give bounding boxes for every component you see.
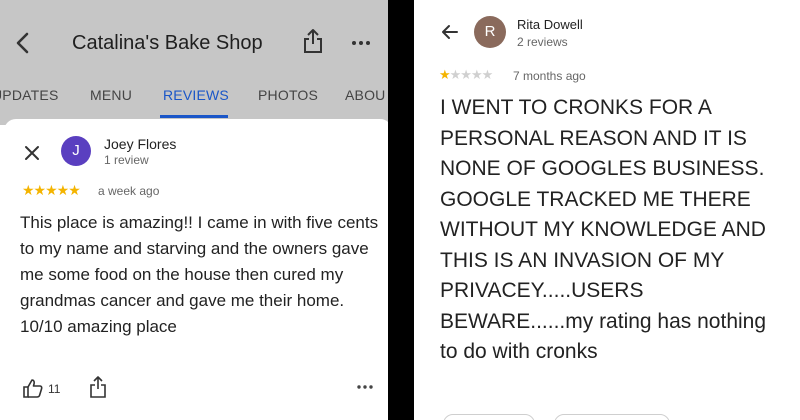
reviewer-review-count: 2 reviews — [517, 35, 568, 49]
active-tab-indicator — [160, 115, 228, 118]
tab-reviews[interactable]: REVIEWS — [163, 87, 229, 103]
more-horizontal-icon[interactable] — [356, 379, 374, 397]
tab-photos[interactable]: PHOTOS — [258, 87, 318, 103]
left-screenshot: Catalina's Bake Shop UPDATES MENU REVIEW… — [0, 0, 388, 420]
more-horizontal-icon[interactable] — [350, 32, 372, 54]
action-chip[interactable] — [554, 414, 670, 420]
right-screenshot: R Rita Dowell 2 reviews ★★★★★ 7 months a… — [414, 0, 800, 420]
avatar[interactable]: R — [474, 16, 506, 48]
app-header: Catalina's Bake Shop — [0, 0, 388, 80]
thumbs-up-icon[interactable] — [22, 377, 44, 399]
reviewer-name[interactable]: Joey Flores — [104, 136, 176, 152]
like-count: 11 — [48, 382, 61, 396]
close-icon[interactable] — [22, 143, 42, 163]
review-card: J Joey Flores 1 review ★★★★★ a week ago … — [4, 119, 388, 420]
review-time: a week ago — [98, 184, 160, 198]
arrow-left-icon[interactable] — [440, 22, 460, 42]
star-rating: ★★★★★ — [22, 182, 81, 198]
review-text: I WENT TO CRONKS FOR A PERSONAL REASON A… — [440, 96, 767, 363]
tab-bar: UPDATES MENU REVIEWS PHOTOS ABOU — [0, 78, 388, 118]
share-icon[interactable] — [88, 375, 108, 399]
star-rating: ★★★★★ — [439, 67, 494, 83]
page-title: Catalina's Bake Shop — [72, 32, 263, 54]
review-time: 7 months ago — [513, 69, 586, 83]
share-icon[interactable] — [302, 27, 324, 55]
tab-updates[interactable]: UPDATES — [0, 87, 59, 103]
tab-menu[interactable]: MENU — [90, 87, 132, 103]
review-text: This place is amazing!! I came in with f… — [20, 213, 379, 336]
action-chip[interactable] — [443, 414, 535, 420]
avatar[interactable]: J — [61, 136, 91, 166]
reviewer-name[interactable]: Rita Dowell — [517, 17, 583, 32]
reviewer-review-count: 1 review — [104, 153, 149, 167]
panel-divider — [388, 0, 414, 420]
star-filled-icon: ★ — [439, 67, 451, 82]
tab-about[interactable]: ABOU — [345, 87, 385, 103]
chevron-left-icon[interactable] — [10, 28, 36, 58]
star-empty-icon: ★★★★ — [449, 67, 494, 82]
